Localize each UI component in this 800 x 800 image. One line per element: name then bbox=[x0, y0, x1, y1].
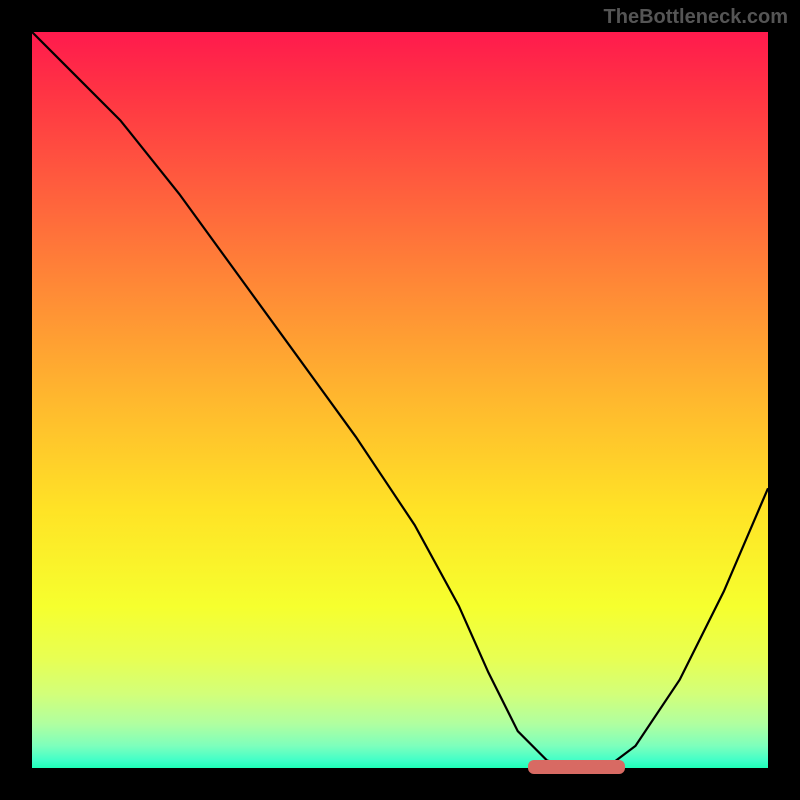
chart-plot-area bbox=[32, 32, 768, 768]
optimal-range-marker bbox=[528, 760, 624, 774]
bottleneck-curve bbox=[32, 32, 768, 768]
watermark-text: TheBottleneck.com bbox=[604, 6, 788, 29]
